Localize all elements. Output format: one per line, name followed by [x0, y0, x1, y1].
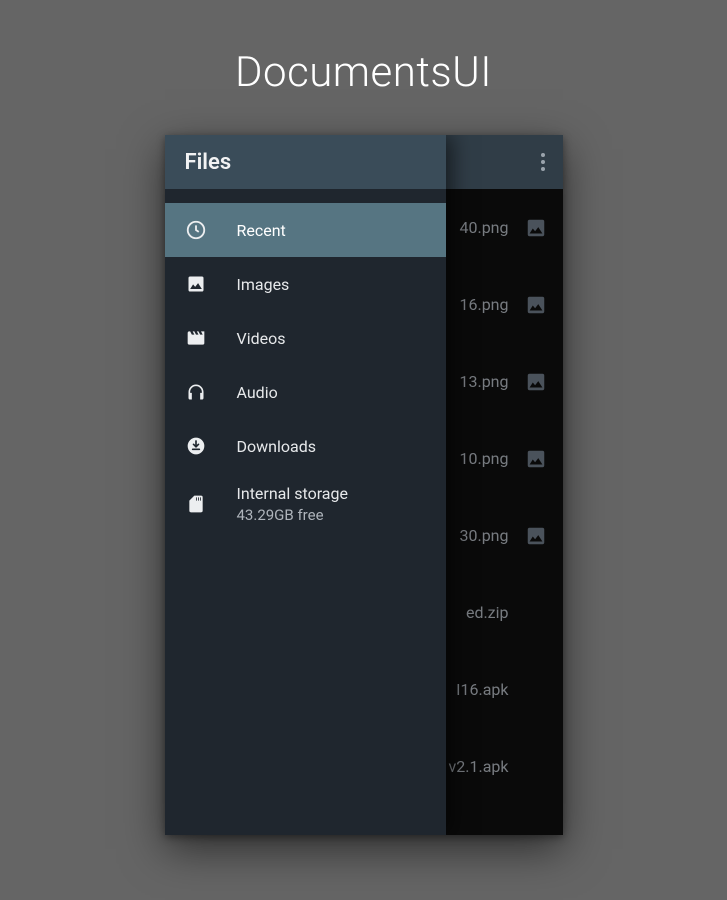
sidebar-item-videos[interactable]: Videos	[165, 311, 446, 365]
sidebar-item-audio[interactable]: Audio	[165, 365, 446, 419]
drawer-title: Files	[165, 135, 446, 189]
more-options-icon[interactable]	[541, 153, 545, 171]
sidebar-item-label: Internal storage	[237, 483, 348, 505]
sidebar-item-label: Videos	[237, 329, 286, 348]
sidebar-item-label: Downloads	[237, 437, 316, 456]
file-name: 10.png	[459, 449, 508, 468]
image-icon	[525, 371, 547, 393]
sidebar-item-images[interactable]: Images	[165, 257, 446, 311]
file-name: 13.png	[459, 372, 508, 391]
clock-icon	[185, 219, 207, 241]
archive-icon	[525, 602, 547, 624]
sidebar-item-label: Recent	[237, 221, 286, 240]
audio-icon	[185, 381, 207, 403]
video-icon	[185, 327, 207, 349]
apk-icon	[525, 679, 547, 701]
sdcard-icon	[185, 493, 207, 515]
navigation-drawer: Files Recent Images Videos Audio	[165, 135, 446, 835]
sidebar-item-label-group: Internal storage 43.29GB free	[237, 483, 348, 525]
image-icon	[525, 294, 547, 316]
image-icon	[185, 273, 207, 295]
device-frame: 40.png 16.png 13.png 10.png 30.png	[165, 135, 563, 835]
file-name: ed.zip	[466, 603, 509, 622]
image-icon	[525, 217, 547, 239]
file-name: 30.png	[459, 526, 508, 545]
image-icon	[525, 448, 547, 470]
image-icon	[525, 525, 547, 547]
sidebar-item-internal-storage[interactable]: Internal storage 43.29GB free	[165, 473, 446, 535]
sidebar-item-sublabel: 43.29GB free	[237, 505, 348, 525]
sidebar-item-label: Images	[237, 275, 290, 294]
apk-icon	[525, 756, 547, 778]
file-name: 16.png	[459, 295, 508, 314]
download-icon	[185, 435, 207, 457]
sidebar-item-downloads[interactable]: Downloads	[165, 419, 446, 473]
file-name: I16.apk	[456, 680, 508, 699]
file-name: 40.png	[459, 218, 508, 237]
file-name: v2.1.apk	[449, 757, 509, 776]
sidebar-item-recent[interactable]: Recent	[165, 203, 446, 257]
page-title: DocumentsUI	[235, 48, 492, 97]
sidebar-item-label: Audio	[237, 383, 278, 402]
